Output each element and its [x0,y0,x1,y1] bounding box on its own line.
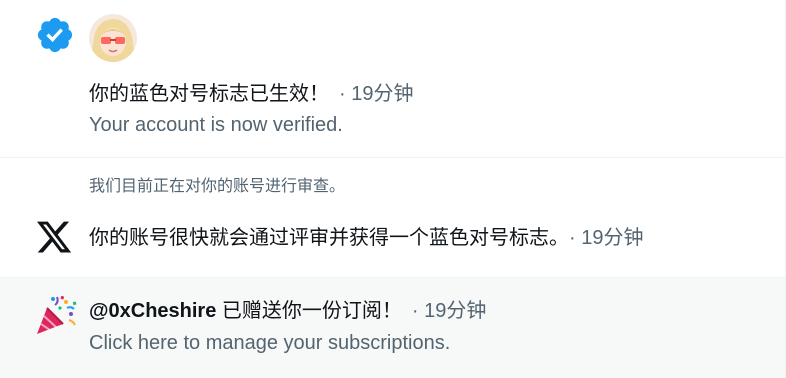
party-popper-icon [37,295,77,334]
notifications-feed: 你的蓝色对号标志已生效！ · 19分钟 Your account is now v… [0,0,786,378]
notification-text: 已赠送你一份订阅！ [216,300,402,322]
avatar-image [89,14,137,62]
review-note: 我们目前正在对你的账号进行审查。 [89,178,346,195]
notification-verified[interactable]: 你的蓝色对号标志已生效！ · 19分钟 Your account is now v… [0,0,785,158]
timestamp[interactable]: · 19分钟 [339,83,413,105]
manage-subscriptions-link[interactable]: Click here to manage your subscriptions. [89,330,450,356]
x-logo-icon [36,221,72,253]
notification-title: @0xCheshire 已赠送你一份订阅！ · 19分钟 [89,298,486,324]
notification-review[interactable]: 我们目前正在对你的账号进行审查。 你的账号很快就会通过评审并获得一个蓝色对号标志… [0,158,785,278]
notification-text: 你的账号很快就会通过评审并获得一个蓝色对号标志。 [89,227,559,249]
notification-title: 你的蓝色对号标志已生效！ · 19分钟 [89,81,413,107]
notification-subtitle: Your account is now verified. [89,114,343,136]
timestamp[interactable]: · 19分钟 [569,227,643,249]
verified-badge-icon [37,17,73,53]
notification-text: 你的蓝色对号标志已生效！ [89,83,329,105]
notification-gift-subscription[interactable]: @0xCheshire 已赠送你一份订阅！ · 19分钟 Click here t… [0,278,785,378]
avatar[interactable] [89,14,137,62]
user-handle-link[interactable]: @0xCheshire [89,300,216,322]
timestamp[interactable]: · 19分钟 [412,300,486,322]
notification-title: 你的账号很快就会通过评审并获得一个蓝色对号标志。 · 19分钟 [89,225,643,251]
